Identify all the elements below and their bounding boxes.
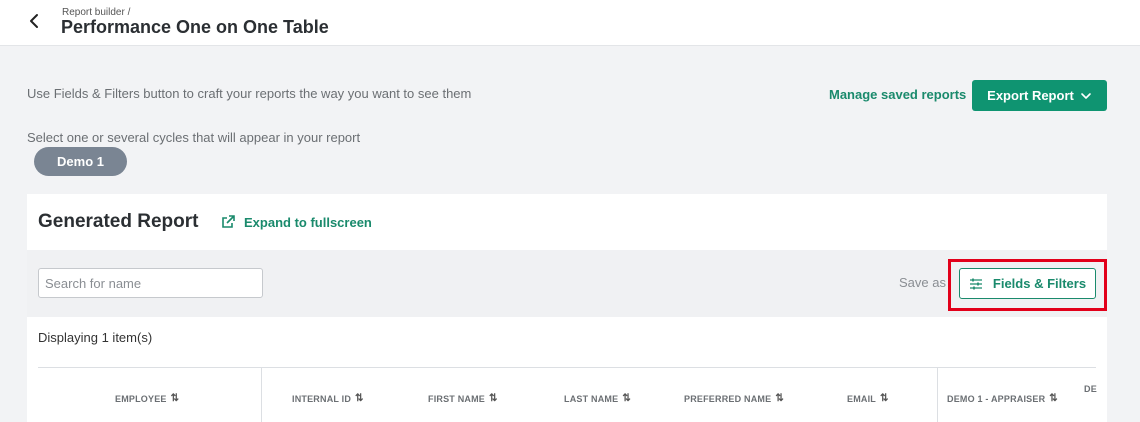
sliders-icon bbox=[969, 278, 982, 289]
column-header-preferred-name[interactable]: PREFERRED NAME ⇅ bbox=[684, 393, 784, 404]
page-title: Performance One on One Table bbox=[61, 17, 329, 37]
save-as-button[interactable]: Save as bbox=[899, 275, 946, 290]
column-header-last-name[interactable]: LAST NAME ⇅ bbox=[564, 393, 631, 404]
manage-saved-reports-link[interactable]: Manage saved reports bbox=[829, 87, 966, 102]
sort-icon: ⇅ bbox=[170, 393, 180, 404]
sort-icon: ⇅ bbox=[1049, 393, 1058, 404]
back-arrow-icon[interactable] bbox=[24, 10, 46, 32]
column-header-email[interactable]: EMAIL ⇅ bbox=[847, 393, 889, 404]
generated-report-card: Generated Report Expand to fullscreen Sa… bbox=[27, 194, 1107, 422]
sort-icon: ⇅ bbox=[880, 393, 889, 404]
column-header-employee[interactable]: EMPLOYEE ⇅ bbox=[115, 393, 179, 404]
column-divider bbox=[261, 368, 262, 422]
sort-icon: ⇅ bbox=[355, 393, 364, 404]
column-header-demo-1-appraiser[interactable]: DEMO 1 - APPRAISER ⇅ bbox=[947, 393, 1058, 404]
report-toolbar: Save as Fields & Filters bbox=[27, 250, 1107, 317]
table-header: EMPLOYEE ⇅ INTERNAL ID ⇅ FIRST NAME ⇅ LAST … bbox=[38, 367, 1097, 422]
report-title: Generated Report bbox=[38, 211, 199, 232]
cycle-select-label: Select one or several cycles that will a… bbox=[27, 130, 361, 145]
fields-filters-label: Fields & Filters bbox=[992, 276, 1087, 291]
cycle-pill-demo-1[interactable]: Demo 1 bbox=[34, 147, 127, 176]
sort-icon: ⇅ bbox=[775, 393, 784, 404]
column-header-internal-id[interactable]: INTERNAL ID ⇅ bbox=[292, 393, 364, 404]
column-header-first-name[interactable]: FIRST NAME ⇅ bbox=[428, 393, 498, 404]
sort-icon: ⇅ bbox=[489, 393, 498, 404]
expand-fullscreen-label: Expand to fullscreen bbox=[244, 214, 372, 230]
external-link-icon bbox=[222, 215, 235, 228]
fields-filters-button[interactable]: Fields & Filters bbox=[959, 268, 1096, 299]
chevron-down-icon bbox=[1081, 92, 1091, 99]
expand-fullscreen-link[interactable]: Expand to fullscreen bbox=[220, 214, 372, 230]
intro-text: Use Fields & Filters button to craft you… bbox=[27, 86, 472, 101]
column-header-truncated[interactable]: DE bbox=[1084, 384, 1097, 394]
export-report-button[interactable]: Export Report bbox=[972, 80, 1107, 111]
top-bar: Report builder / Performance One on One … bbox=[0, 0, 1140, 46]
column-divider bbox=[937, 368, 938, 422]
export-report-label: Export Report bbox=[987, 88, 1074, 103]
search-name-input[interactable] bbox=[38, 268, 263, 298]
item-count: Displaying 1 item(s) bbox=[38, 330, 153, 345]
sort-icon: ⇅ bbox=[622, 393, 631, 404]
